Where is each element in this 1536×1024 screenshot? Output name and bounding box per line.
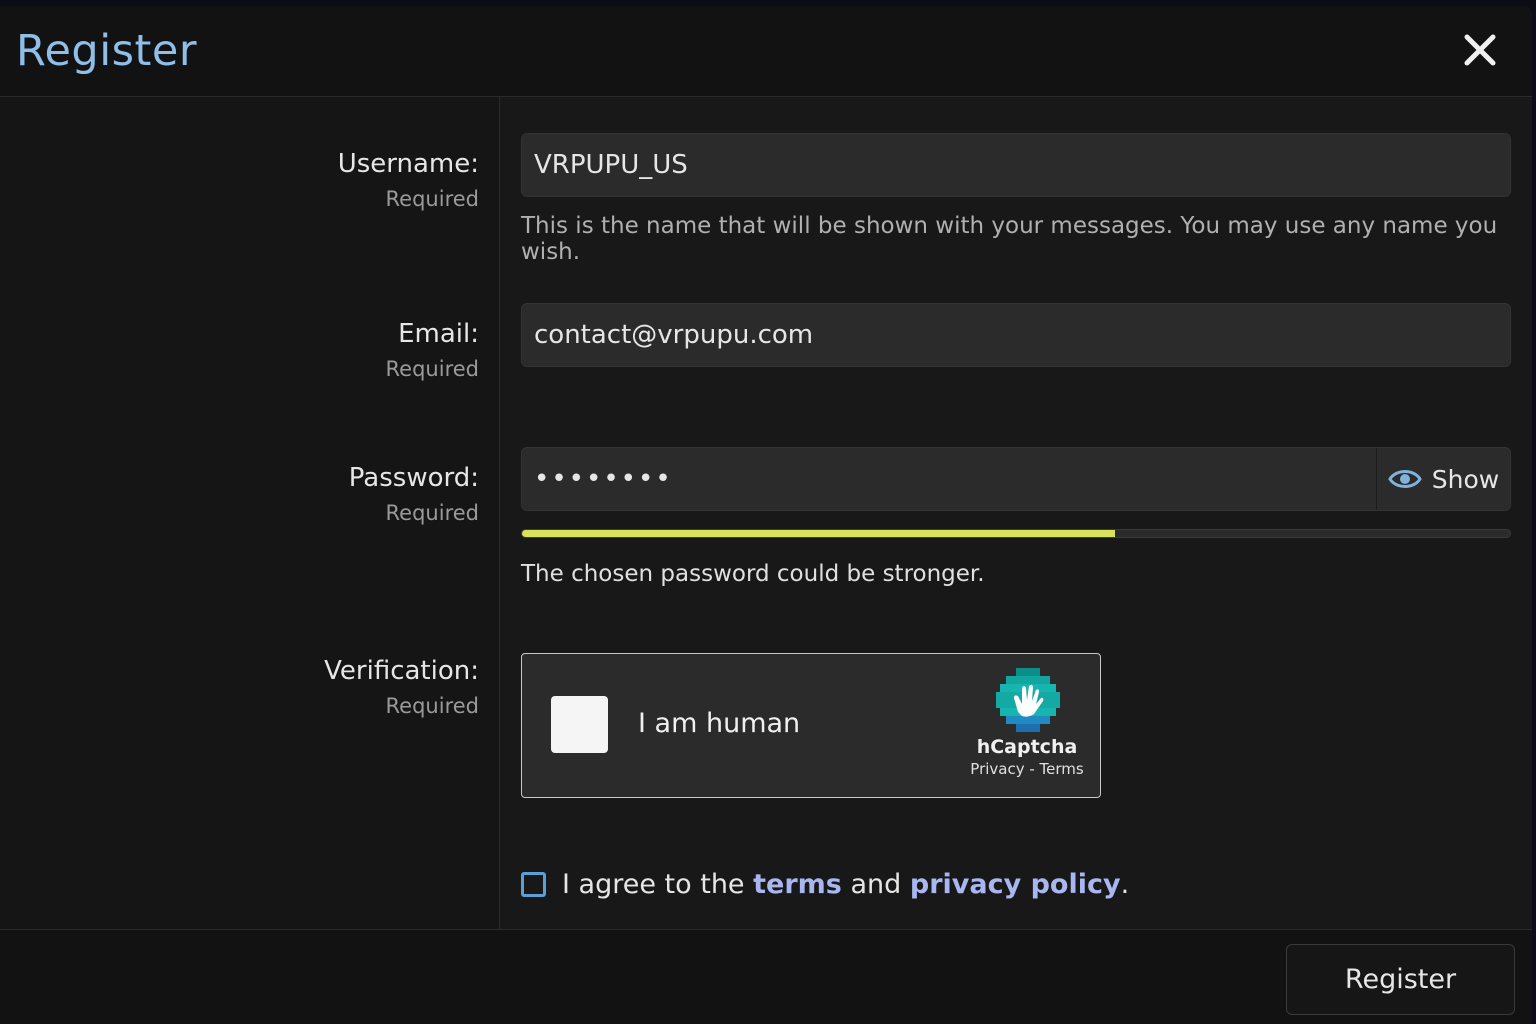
verification-label-group: Verification: Required	[324, 656, 479, 718]
email-required: Required	[385, 357, 479, 381]
captcha-label: I am human	[638, 708, 801, 739]
username-label-group: Username: Required	[338, 149, 479, 211]
verification-label: Verification:	[324, 656, 479, 686]
password-label: Password:	[348, 463, 479, 493]
agree-checkbox[interactable]	[521, 872, 546, 897]
username-required: Required	[385, 187, 479, 211]
email-label: Email:	[398, 319, 479, 349]
hcaptcha-brand: hCaptcha	[976, 736, 1078, 758]
privacy-policy-link[interactable]: privacy policy	[910, 869, 1121, 900]
terms-link[interactable]: terms	[753, 869, 842, 900]
agreement-text: I agree to the terms and privacy policy.	[562, 869, 1129, 900]
username-hint: This is the name that will be shown with…	[521, 213, 1498, 265]
dialog-title: Register	[16, 26, 198, 76]
close-icon	[1464, 34, 1496, 66]
verification-required: Required	[385, 694, 479, 718]
password-strength-fill	[522, 530, 1115, 537]
hcaptcha-links[interactable]: Privacy - Terms	[962, 760, 1092, 778]
eye-icon	[1388, 470, 1422, 488]
register-dialog: Register Username: Required Email: Requi…	[0, 6, 1532, 1024]
username-input[interactable]: VRPUPU_US	[521, 133, 1511, 197]
email-label-group: Email: Required	[386, 319, 479, 381]
username-value: VRPUPU_US	[534, 150, 688, 180]
email-input[interactable]: contact@vrpupu.com	[521, 303, 1511, 367]
captcha-checkbox[interactable]	[551, 696, 608, 753]
form-body: Username: Required Email: Required Passw…	[0, 97, 1532, 929]
password-strength-meter	[521, 529, 1511, 538]
password-strength-message: The chosen password could be stronger.	[521, 561, 985, 587]
dialog-header: Register	[0, 6, 1532, 97]
hcaptcha-logo-icon	[996, 668, 1060, 732]
dialog-footer: Register	[0, 929, 1532, 1024]
password-required: Required	[385, 501, 479, 525]
hcaptcha-widget: I am human hCaptcha Privacy - Terms	[521, 653, 1101, 798]
show-password-button[interactable]: Show	[1376, 448, 1510, 510]
password-input[interactable]: •••••••• Show	[521, 447, 1511, 511]
show-password-label: Show	[1431, 464, 1500, 494]
password-value: ••••••••	[534, 464, 673, 494]
agreement-row: I agree to the terms and privacy policy.	[521, 869, 1129, 900]
email-value: contact@vrpupu.com	[534, 320, 814, 350]
label-column: Username: Required Email: Required Passw…	[0, 97, 500, 929]
username-label: Username:	[337, 149, 479, 179]
agreement-suffix: .	[1120, 869, 1130, 900]
agreement-and: and	[850, 869, 902, 900]
register-button[interactable]: Register	[1286, 944, 1515, 1015]
password-label-group: Password: Required	[349, 463, 479, 525]
agreement-prefix: I agree to the	[562, 869, 745, 900]
close-button[interactable]	[1462, 32, 1498, 68]
